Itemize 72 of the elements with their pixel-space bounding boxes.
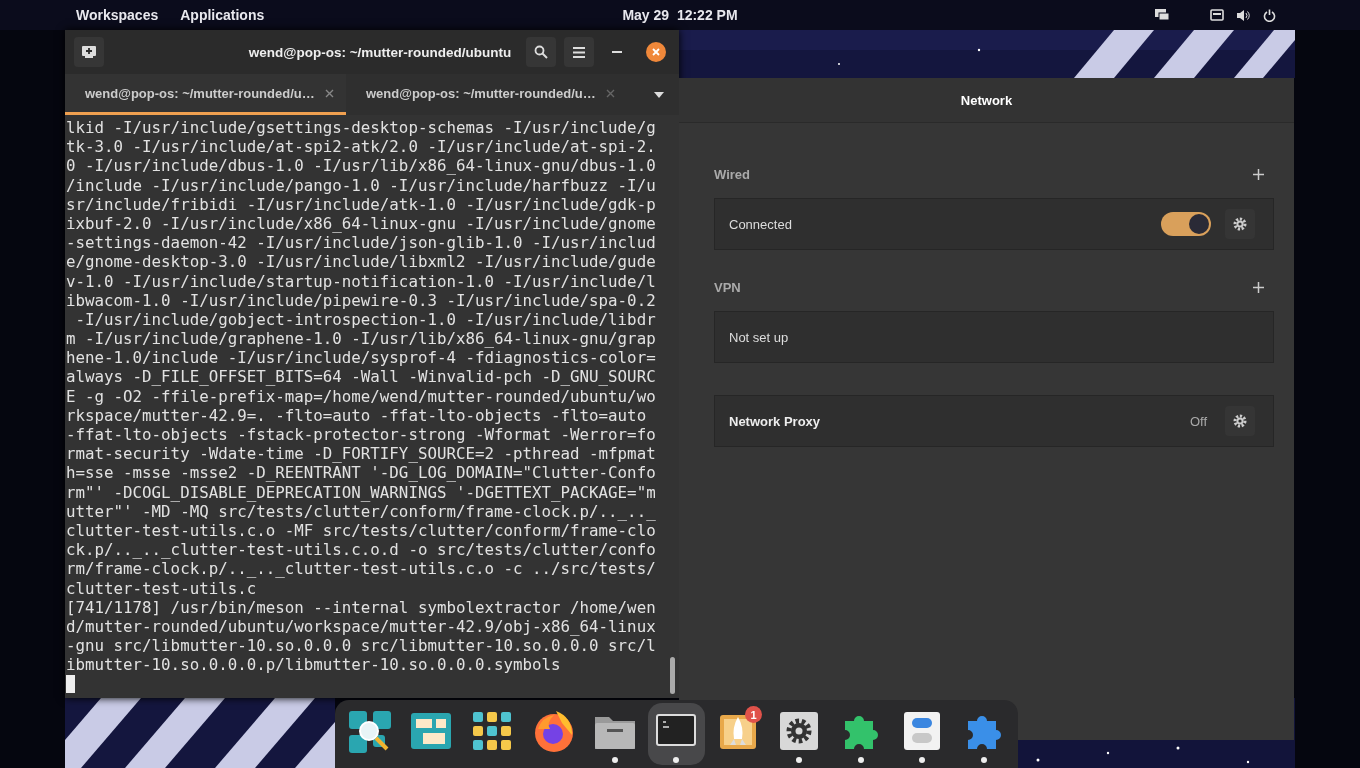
notification-badge: 1: [745, 706, 763, 723]
menu-button[interactable]: Workspaces: [76, 7, 159, 23]
terminal-line: -ffat-lto-objects -fstack-protector-strong -Wformat -Werror=fo: [66, 425, 657, 445]
scrollbar[interactable]: [670, 657, 675, 694]
gear-icon: [1232, 216, 1248, 232]
terminal-line: ibwacom-1.0 -I/usr/include/pipewire-0.3 -I/usr/include/spa-0.2: [66, 290, 657, 310]
search-button[interactable]: [526, 37, 556, 67]
window-title: wend@pop-os: ~/mutter-rounded/ubuntu: [247, 44, 513, 60]
terminal-line: clutter-test-utils.c: [66, 578, 258, 598]
menu-button[interactable]: Applications: [180, 7, 265, 23]
terminal-line: h=sse -msse -msse2 -D_REENTRANT '-DG_LOG_DOMAIN="Clutter-Confo: [66, 463, 657, 483]
terminal-line: e/gnome-desktop-3.0 -I/usr/include/libxml2 -I/usr/include/gude: [66, 252, 657, 272]
terminal-line: rkspace/mutter-42.9=. -flto=auto -ffat-lto-objects -flto=auto: [66, 405, 648, 425]
terminal-line: utter"' -MD -MQ src/tests/clutter/conform/frame-clock.p/.._.._: [66, 501, 657, 521]
keyboard-icon[interactable]: [1210, 9, 1224, 21]
add-button[interactable]: [1253, 168, 1264, 180]
plus-icon: [1253, 168, 1264, 180]
gear-icon: [1232, 413, 1248, 429]
new-tab-button[interactable]: [74, 37, 104, 67]
close-button[interactable]: [646, 42, 666, 62]
cursor: [66, 675, 75, 694]
search-icon: [534, 45, 548, 59]
clock[interactable]: May 29 12:22 PM: [622, 7, 738, 23]
toggle-switch[interactable]: [1161, 212, 1211, 236]
terminal-line: m -I/usr/include/graphene-1.0 -I/usr/lib/x86_64-linux-gnu/grap: [66, 329, 657, 349]
settings-button[interactable]: [1225, 406, 1255, 436]
terminal-line: E -g -O2 -ffile-prefix-map=/home/wend/mutter-rounded/ubuntu/wo: [66, 386, 657, 406]
terminal-line: clutter-test-utils.c.o -MF src/tests/clutter/conform/frame-clo: [66, 520, 657, 541]
dock-item[interactable]: 1: [709, 703, 767, 765]
menu-button[interactable]: [564, 37, 594, 67]
status-text: Off: [1189, 413, 1207, 429]
terminal-line: -I/usr/include/gobject-introspection-1.0 -I/usr/include/libdr: [74, 309, 657, 330]
caret-icon: [654, 91, 664, 98]
monitor-icon[interactable]: [1154, 8, 1170, 22]
terminal-line: /include -I/usr/include/pango-1.0 -I/usr/include/harfbuzz -I/u: [66, 175, 657, 195]
magnifier-icon: [347, 709, 392, 753]
terminal-line: -gnu src/libmutter-10.so.0.0.0 src/libmutter-10.so.0.0.0 src/l: [66, 636, 657, 656]
close-icon: [652, 48, 660, 56]
row-label: Network Proxy: [729, 413, 822, 429]
section-heading: Wired: [714, 166, 750, 182]
terminal-line: hene-1.0/include -I/usr/include/sysprof-4 -fdiagnostics-color=: [66, 348, 657, 368]
new-tab-icon: [81, 45, 97, 59]
plus-icon: [1253, 281, 1264, 293]
window-title: Network: [960, 92, 1013, 108]
menu-icon: [573, 46, 585, 58]
tab[interactable]: wend@pop-os: ~/mutter-rounded/u…: [346, 74, 627, 115]
terminal-line: tk-3.0 -I/usr/include/at-spi2-atk/2.0 -I/usr/include/at-spi-2.: [66, 137, 657, 157]
settings-button[interactable]: [1225, 209, 1255, 239]
terminal-line: ibmutter-10.so.0.0.0.p/libmutter-10.so.0.0.0.symbols: [66, 655, 562, 675]
power-icon[interactable]: [1263, 8, 1276, 22]
terminal-line: sr/include/fribidi -I/usr/include/atk-1.0 -I/usr/include/gdk-p: [66, 194, 657, 214]
terminal-line: rm"' -DCOGL_DISABLE_DEPRECATION_WARNINGS '-DGETTEXT_PACKAGE="m: [66, 482, 657, 502]
terminal-line: always -D_FILE_OFFSET_BITS=64 -Wall -Winvalid-pch -D_GNU_SOURC: [66, 367, 657, 387]
row-label: Not set up: [729, 329, 790, 345]
row-label: Connected: [729, 216, 793, 232]
volume-icon[interactable]: [1236, 8, 1251, 22]
terminal-line: ck.p/.._.._clutter-test-utils.c.o.d -o src/tests/clutter/confo: [66, 540, 657, 560]
terminal-line: 0 -I/usr/include/dbus-1.0 -I/usr/lib/x86_64-linux-gnu/dbus-1.0: [66, 156, 657, 176]
terminal-line: lkid -I/usr/include/gsettings-desktop-schemas -I/usr/include/g: [66, 118, 657, 138]
terminal-line: [741/1178] /usr/bin/meson --internal symbolextractor /home/wen: [66, 597, 657, 617]
minimize-icon: [612, 51, 622, 53]
terminal-line: v-1.0 -I/usr/include/startup-notification-1.0 -I/usr/include/l: [66, 271, 657, 291]
terminal-line: rmat-security -Wdate-time -D_FORTIFY_SOURCE=2 -pthread -mfpmat: [66, 444, 657, 464]
dock-item[interactable]: [648, 703, 705, 765]
terminal-line: ixbuf-2.0 -I/usr/include/x86_64-linux-gnu -I/usr/include/gnome: [66, 213, 657, 234]
section-heading: VPN: [714, 279, 741, 295]
tab[interactable]: wend@pop-os: ~/mutter-rounded/u…: [65, 74, 346, 115]
terminal-line: rm/frame-clock.p/.._.._clutter-test-utils.c.o -c ../src/tests/: [66, 559, 657, 579]
terminal-line: -settings-daemon-42 -I/usr/include/json-glib-1.0 -I/usr/includ: [66, 233, 657, 253]
close-icon[interactable]: [325, 88, 334, 98]
add-button[interactable]: [1253, 281, 1264, 293]
terminal-line: d/mutter-rounded/ubuntu/workspace/mutter-42.9/obj-x86_64-linux: [66, 616, 657, 637]
